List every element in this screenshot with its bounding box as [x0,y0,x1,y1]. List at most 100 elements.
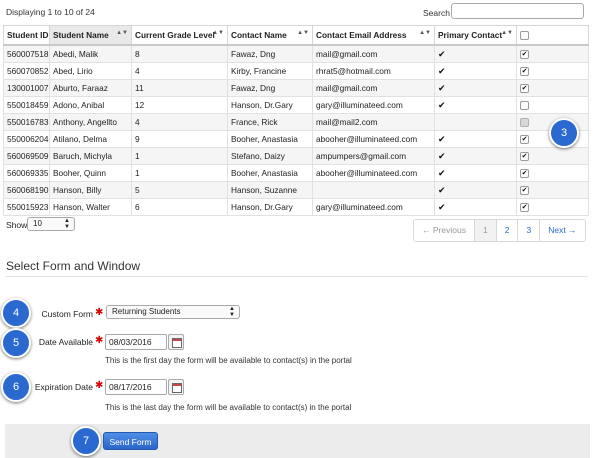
search-input[interactable] [451,3,584,19]
row-select-checkbox [520,118,529,128]
student-name-cell: Booher, Quinn [49,164,132,182]
checkmark-icon: ✔ [438,48,446,59]
custom-form-select[interactable]: Returning Students ▲ ▼ [106,305,240,319]
table-row[interactable]: 550016783 Anthony, Angellto 4 France, Rick m… [3,113,589,131]
header-select-all[interactable] [516,25,589,46]
grade-level-cell: 11 [131,79,228,97]
student-name-cell: Abedi, Malik [49,44,132,63]
student-name-cell: Aburto, Faraaz [49,79,132,97]
header-contact-name[interactable]: Contact Name ▲▼ [227,25,313,46]
row-select-checkbox[interactable]: ✔ [520,84,529,94]
student-id-cell: 550006204 [3,130,50,148]
contact-name-cell: Kirby, Francine [227,62,313,80]
sort-icon: ▲▼ [501,30,513,36]
row-select-checkbox[interactable]: ✔ [520,152,529,162]
sort-icon: ▲▼ [212,30,224,36]
row-select-checkbox[interactable]: ✔ [520,203,529,213]
table-row[interactable]: 550018459 Adono, Anibal 12 Hanson, Dr.Gary g… [3,96,589,114]
show-label: Show [6,220,28,230]
header-primary-contact[interactable]: Primary Contact ▲▼ [434,25,517,46]
student-id-cell: 130001007 [3,79,50,97]
contact-email-cell: mail@gmail.com [312,44,435,63]
student-id-cell: 550016783 [3,113,50,131]
student-id-cell: 560069509 [3,147,50,165]
row-select-checkbox[interactable] [520,101,529,111]
primary-contact-cell: ✔ [434,79,517,97]
select-cell: ✔ [516,44,589,63]
contact-name-cell: Hanson, Dr.Gary [227,96,313,114]
primary-contact-cell: ✔ [434,130,517,148]
primary-contact-cell: ✔ [434,164,517,182]
primary-contact-cell: ✔ [434,181,517,199]
search-label: Search [423,8,450,18]
date-available-calendar-button[interactable] [168,334,184,350]
student-name-cell: Hanson, Billy [49,181,132,199]
select-cell: ✔ [516,147,589,165]
select-all-checkbox[interactable] [520,31,529,41]
table-row[interactable]: 550006204 Atilano, Delma 9 Booher, Anastasi… [3,130,589,148]
page-2-button[interactable]: 2 [496,220,519,241]
table-row[interactable]: 560070852 Abed, Lirio 4 Kirby, Francine rhra… [3,62,589,80]
header-grade-level[interactable]: Current Grade Level ▲▼ [131,25,228,46]
select-cell [516,96,589,114]
select-cell: ✔ [516,79,589,97]
displaying-count: Displaying 1 to 10 of 24 [6,7,95,17]
contact-name-cell: Hanson, Suzanne [227,181,313,199]
grade-level-cell: 9 [131,130,228,148]
calendar-icon [172,383,182,393]
pagination: ← Previous 1 2 3 Next → [413,219,586,242]
row-select-checkbox[interactable]: ✔ [520,186,529,196]
row-select-checkbox[interactable]: ✔ [520,135,529,145]
previous-page-button[interactable]: ← Previous [414,220,475,241]
contact-name-cell: Booher, Anastasia [227,164,313,182]
page-1-button[interactable]: 1 [475,220,497,241]
table-row[interactable]: 560069335 Booher, Quinn 1 Booher, Anastasia… [3,164,589,182]
required-marker: ✱ [95,335,104,346]
table-row[interactable]: 550015923 Hanson, Walter 6 Hanson, Dr.Gary g… [3,198,589,216]
header-student-name[interactable]: Student Name ▲▼ [49,25,132,46]
checkmark-icon: ✔ [438,201,446,212]
header-contact-email[interactable]: Contact Email Address ▲▼ [312,25,435,46]
contact-email-cell: mail@mail2.com [312,113,435,131]
page-3-button[interactable]: 3 [518,220,541,241]
table-row[interactable]: 560068190 Hanson, Billy 5 Hanson, Suzanne ✔ ✔ [3,181,589,199]
contact-email-cell: gary@illuminateed.com [312,96,435,114]
section-title: Select Form and Window [6,259,141,273]
select-arrows-icon: ▲ ▼ [64,218,70,230]
next-page-button[interactable]: Next → [540,220,585,241]
callout-4: 4 [1,298,31,328]
student-name-cell: Adono, Anibal [49,96,132,114]
grade-level-cell: 4 [131,62,228,80]
contact-name-cell: Fawaz, Dng [227,44,313,63]
checkmark-icon: ✔ [438,184,446,195]
expiration-date-calendar-button[interactable] [168,379,184,395]
date-available-input[interactable]: 08/03/2016 [105,334,167,350]
primary-contact-cell [434,113,517,131]
table-row[interactable]: 560007518 Abedi, Malik 8 Fawaz, Dng mail@gma… [3,44,589,63]
date-available-help: This is the first day the form will be a… [105,356,352,365]
student-name-cell: Baruch, Michyla [49,147,132,165]
row-select-checkbox[interactable]: ✔ [520,67,529,77]
expiration-date-input[interactable]: 08/17/2016 [105,379,167,395]
grade-level-cell: 8 [131,44,228,63]
grade-level-cell: 1 [131,147,228,165]
row-select-checkbox[interactable]: ✔ [520,169,529,179]
student-name-cell: Hanson, Walter [49,198,132,216]
table-row[interactable]: 130001007 Aburto, Faraaz 11 Fawaz, Dng mail@… [3,79,589,97]
callout-3: 3 [549,118,579,148]
grade-level-cell: 6 [131,198,228,216]
custom-form-value: Returning Students [112,307,181,316]
student-id-cell: 560007518 [3,44,50,63]
grade-level-cell: 5 [131,181,228,199]
contact-name-cell: Booher, Anastasia [227,130,313,148]
section-divider [6,276,588,277]
header-student-id[interactable]: Student ID [3,25,50,46]
students-table: Student ID Student Name ▲▼ Current Grade … [3,25,589,216]
send-form-button[interactable]: Send Form [103,432,158,450]
row-select-checkbox[interactable]: ✔ [520,50,529,60]
callout-5: 5 [1,328,31,358]
page-size-select[interactable]: 10 ▲ ▼ [27,217,75,231]
table-row[interactable]: 560069509 Baruch, Michyla 1 Stefano, Daizy a… [3,147,589,165]
contact-name-cell: Hanson, Dr.Gary [227,198,313,216]
callout-7: 7 [71,426,101,456]
